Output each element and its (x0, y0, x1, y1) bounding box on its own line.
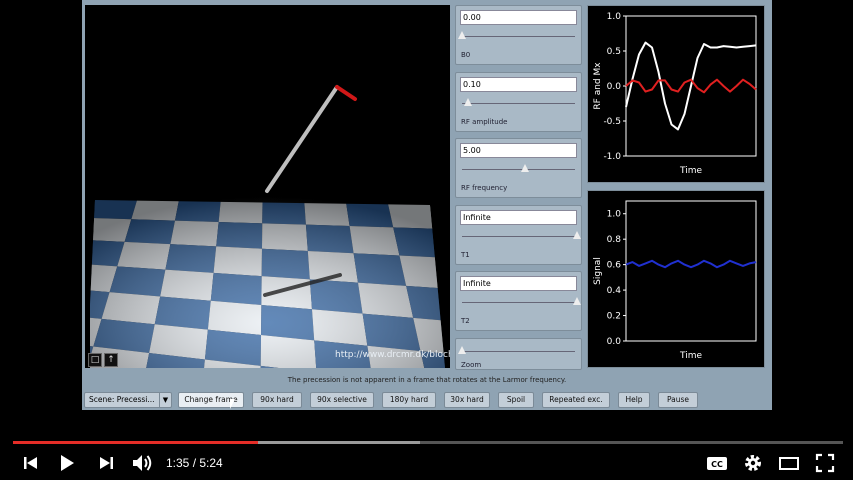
chevron-down-icon[interactable]: ▼ (159, 393, 171, 407)
180y-hard-button[interactable]: 180y hard (382, 392, 436, 408)
t2-input[interactable] (460, 276, 577, 291)
settings-gear-icon[interactable] (742, 452, 764, 474)
x-axis-label: Time (679, 351, 702, 361)
t1-input[interactable] (460, 210, 577, 225)
y-tick-label: -1.0 (603, 152, 621, 162)
pause-button[interactable]: Pause (658, 392, 698, 408)
zoom-slider-track[interactable] (462, 351, 575, 352)
video-frame[interactable]: □ ↑ http://www.drcmr.dk/bloch B0 RF ampl… (0, 0, 853, 480)
rf-field-vector (335, 85, 357, 101)
repeated-exc-button[interactable]: Repeated exc. (542, 392, 610, 408)
t1-control: T1 (455, 205, 582, 265)
lock-icon[interactable]: □ (88, 353, 102, 367)
30x-hard-button[interactable]: 30x hard (444, 392, 490, 408)
rf-mx-plot: 1.0 0.5 0.0 -0.5 -1.0 Time RF and Mx (587, 5, 765, 183)
t1-slider-track[interactable] (462, 236, 575, 237)
previous-icon[interactable] (22, 452, 40, 474)
b0-slider-track[interactable] (462, 36, 575, 37)
rf-amplitude-control: RF amplitude (455, 72, 582, 132)
b0-control: B0 (455, 5, 582, 65)
video-player-controls: 1:35 / 5:24 CC (0, 430, 853, 480)
bloch-3d-viewport[interactable]: □ ↑ http://www.drcmr.dk/bloch (85, 5, 450, 368)
rf-amplitude-label: RF amplitude (461, 118, 508, 126)
rf-mx-chart: 1.0 0.5 0.0 -0.5 -1.0 Time RF and Mx (593, 12, 757, 176)
bloch-url[interactable]: http://www.drcmr.dk/bloch (335, 350, 450, 360)
90x-selective-button[interactable]: 90x selective (310, 392, 374, 408)
plot-frame (625, 200, 757, 342)
zoom-control: Zoom (455, 338, 582, 370)
y-tick-label: 0.6 (607, 261, 622, 271)
90x-hard-button[interactable]: 90x hard (252, 392, 302, 408)
signal-plot: 1.0 0.8 0.6 0.4 0.2 0.0 Time Signal (587, 190, 765, 368)
rf-frequency-slider-track[interactable] (462, 169, 575, 170)
series-line (625, 259, 757, 269)
mouse-cursor-icon (230, 399, 235, 409)
t2-slider-track[interactable] (462, 302, 575, 303)
time-display: 1:35 / 5:24 (166, 456, 223, 470)
help-button[interactable]: Help (618, 392, 650, 408)
spoil-button[interactable]: Spoil (498, 392, 534, 408)
fullscreen-icon[interactable] (814, 452, 836, 474)
t1-label: T1 (461, 251, 470, 259)
current-time: 1:35 (166, 456, 190, 470)
y-axis-label: RF and Mx (593, 62, 603, 110)
rf-frequency-input[interactable] (460, 143, 577, 158)
t2-slider-thumb[interactable] (573, 297, 581, 305)
x-axis-label: Time (679, 166, 702, 176)
volume-icon[interactable] (131, 452, 155, 474)
scene-select[interactable]: Scene: Precessi... ▼ (84, 392, 172, 408)
rf-frequency-control: RF frequency (455, 138, 582, 198)
rf-frequency-label: RF frequency (461, 184, 508, 192)
magnetization-vector (265, 85, 339, 193)
scene-select-value: Scene: Precessi... (89, 395, 155, 404)
b0-slider-thumb[interactable] (458, 31, 466, 39)
arrow-up-icon[interactable]: ↑ (104, 353, 118, 367)
y-tick-label: 0.0 (607, 337, 622, 347)
zoom-slider-thumb[interactable] (458, 346, 466, 354)
t1-slider-thumb[interactable] (573, 231, 581, 239)
b0-label: B0 (461, 51, 471, 59)
captions-icon[interactable]: CC (706, 452, 728, 474)
progress-bar[interactable] (13, 441, 843, 444)
rf-frequency-slider-thumb[interactable] (521, 164, 530, 172)
scene-caption: The precession is not apparent in a fram… (287, 376, 567, 384)
signal-chart: 1.0 0.8 0.6 0.4 0.2 0.0 Time Signal (593, 200, 757, 361)
y-tick-label: 1.0 (607, 12, 622, 22)
y-tick-label: 1.0 (607, 210, 622, 220)
svg-text:CC: CC (711, 460, 723, 469)
rf-amplitude-slider-thumb[interactable] (463, 98, 472, 106)
duration: 5:24 (199, 456, 223, 470)
rf-amplitude-input[interactable] (460, 77, 577, 92)
y-tick-label: -0.5 (603, 117, 621, 127)
button-bar: Scene: Precessi... ▼ Change frame 90x ha… (82, 392, 772, 410)
y-axis-label: Signal (593, 257, 603, 285)
t2-control: T2 (455, 271, 582, 331)
y-tick-label: 0.0 (607, 82, 622, 92)
theater-mode-icon[interactable] (778, 452, 800, 474)
y-tick-label: 0.4 (607, 286, 622, 296)
y-tick-label: 0.8 (607, 235, 622, 245)
y-tick-label: 0.5 (607, 47, 621, 57)
b0-input[interactable] (460, 10, 577, 25)
y-tick-label: 0.2 (607, 312, 621, 322)
play-icon[interactable] (58, 452, 76, 474)
progress-played (13, 441, 258, 444)
t2-label: T2 (461, 317, 470, 325)
checkerboard-scene (90, 85, 445, 368)
zoom-label: Zoom (461, 361, 482, 369)
rf-amplitude-slider-track[interactable] (462, 103, 575, 104)
next-icon[interactable] (97, 452, 115, 474)
